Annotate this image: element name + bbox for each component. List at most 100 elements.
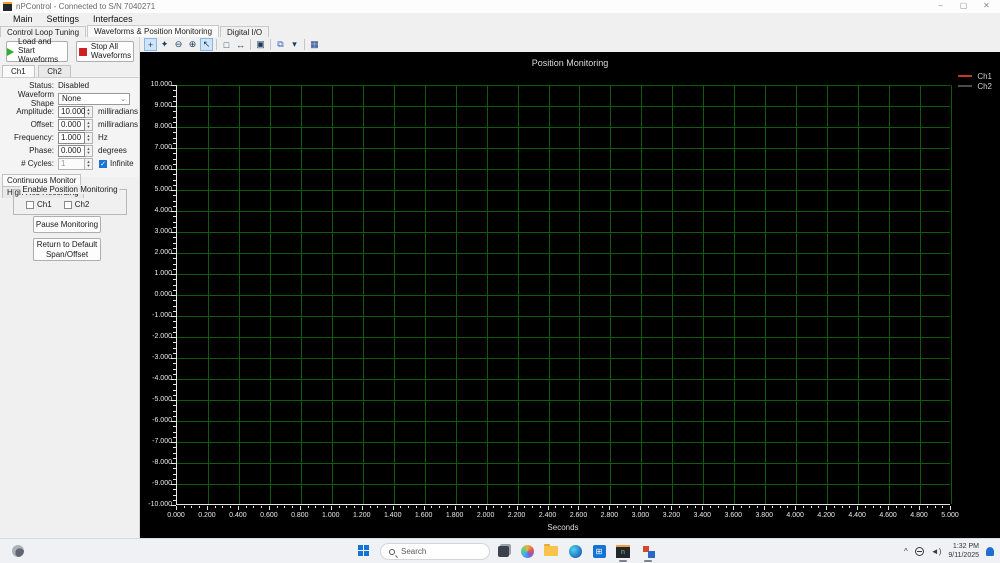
tab-digital-io[interactable]: Digital I/O xyxy=(220,26,270,37)
axis-scale-icon[interactable]: ↔ xyxy=(234,38,247,51)
x-tick-label: 3.400 xyxy=(693,512,712,519)
x-minor-tick xyxy=(354,506,356,508)
taskbar-clock[interactable]: 1:32 PM 9/11/2025 xyxy=(948,542,979,560)
load-start-waveforms-button[interactable]: Load and Start Waveforms xyxy=(6,37,68,64)
plot-area[interactable] xyxy=(176,85,952,505)
x-tick-label: 4.400 xyxy=(848,512,866,519)
tab-ch2[interactable]: Ch2 xyxy=(38,65,71,77)
x-tick-label: 2.600 xyxy=(569,512,588,519)
taskbar: Search ⊞ n ^ ◄) 1:32 PM 9/11/2025 xyxy=(0,538,1000,563)
x-tick-label: 5.000 xyxy=(941,512,959,519)
y-minor-tick xyxy=(173,237,176,239)
copy-icon[interactable]: ⧉ xyxy=(274,38,287,51)
close-button[interactable]: ✕ xyxy=(975,0,998,13)
gridline-v xyxy=(734,85,736,504)
ch2-monitor-checkbox[interactable] xyxy=(63,200,72,209)
x-tick-label: 2.800 xyxy=(600,512,619,519)
menu-interfaces[interactable]: Interfaces xyxy=(86,14,140,24)
file-explorer-button[interactable] xyxy=(543,543,559,559)
x-minor-tick xyxy=(199,506,201,508)
channel-tab-bar: Ch1 Ch2 xyxy=(2,65,72,77)
y-minor-tick xyxy=(173,184,176,186)
infinite-checkbox[interactable]: ✓ xyxy=(99,159,107,168)
waveform-control-panel: Load and Start Waveforms Stop All Wavefo… xyxy=(0,37,140,538)
phase-input[interactable]: 0.000 xyxy=(58,144,85,157)
chart-app-button[interactable] xyxy=(640,543,656,562)
gridline-v xyxy=(207,85,209,504)
x-minor-tick xyxy=(446,506,448,508)
copilot-button[interactable] xyxy=(519,543,535,559)
waveform-shape-select[interactable]: None ⌄ xyxy=(58,92,130,105)
load-start-label: Load and Start xyxy=(18,37,52,56)
start-button[interactable] xyxy=(358,545,370,557)
menu-main[interactable]: Main xyxy=(6,14,40,24)
pan-icon[interactable]: + xyxy=(144,38,157,51)
y-minor-tick xyxy=(173,316,176,317)
offset-label: Offset: xyxy=(30,120,54,129)
npcontrol-app-button[interactable]: n xyxy=(615,543,631,562)
y-minor-tick xyxy=(173,200,176,202)
cycles-input[interactable]: 1 xyxy=(58,157,85,170)
amplitude-stepper[interactable]: ▲ ▼ xyxy=(85,105,93,118)
frequency-input[interactable]: 1.000 xyxy=(58,131,85,144)
cursor-icon[interactable]: ↖ xyxy=(200,38,213,51)
chart-title: Position Monitoring xyxy=(531,58,609,68)
x-minor-tick xyxy=(849,506,851,508)
task-view-button[interactable] xyxy=(495,543,511,559)
notification-bell-icon[interactable] xyxy=(986,546,994,556)
gridline-h xyxy=(177,295,950,296)
maximize-button[interactable]: ▢ xyxy=(952,0,975,13)
tab-waveforms-position-monitoring[interactable]: Waveforms & Position Monitoring xyxy=(87,25,220,37)
y-minor-tick xyxy=(173,295,176,296)
x-minor-tick xyxy=(470,506,472,508)
menu-settings[interactable]: Settings xyxy=(40,14,87,24)
gridline-h xyxy=(177,484,950,485)
tray-chevron-up-icon[interactable]: ^ xyxy=(904,547,908,556)
y-minor-tick xyxy=(173,132,176,134)
ch1-monitor-checkbox[interactable] xyxy=(26,200,34,209)
x-tick-label: 1.800 xyxy=(445,512,464,519)
gridline-h xyxy=(177,190,950,191)
y-tick-label: 7.000 xyxy=(154,144,172,151)
x-minor-tick xyxy=(191,506,193,508)
gridline-v xyxy=(331,85,333,504)
tab-control-loop-tuning[interactable]: Control Loop Tuning xyxy=(0,26,87,37)
y-minor-tick xyxy=(173,347,176,349)
zoom-region-icon[interactable]: ✦ xyxy=(158,38,171,51)
phase-stepper[interactable]: ▲ ▼ xyxy=(85,144,93,157)
cycles-stepper[interactable]: ▲ ▼ xyxy=(85,157,93,170)
edge-button[interactable] xyxy=(567,543,583,559)
gridline-h xyxy=(177,463,950,464)
enable-position-monitoring-group: Enable Position Monitoring Ch1 Ch2 xyxy=(13,185,127,215)
save-icon[interactable]: ▦ xyxy=(308,38,321,51)
volume-icon[interactable]: ◄) xyxy=(931,547,942,556)
pause-monitoring-button[interactable]: Pause Monitoring xyxy=(33,216,101,233)
box-select-icon[interactable]: □ xyxy=(220,38,233,51)
properties-icon[interactable]: ▣ xyxy=(254,38,267,51)
x-minor-tick xyxy=(276,506,278,508)
legend-label: Ch2 xyxy=(977,81,992,91)
offset-stepper[interactable]: ▲ ▼ xyxy=(85,118,93,131)
zoom-out-icon[interactable]: ⊖ xyxy=(172,38,185,51)
y-minor-tick xyxy=(173,289,176,291)
x-minor-tick xyxy=(764,506,766,508)
frequency-stepper[interactable]: ▲ ▼ xyxy=(85,131,93,144)
offset-input[interactable]: 0.000 xyxy=(58,118,85,131)
x-minor-tick xyxy=(741,506,743,508)
minimize-button[interactable]: – xyxy=(929,0,952,13)
x-minor-tick xyxy=(292,506,294,508)
copy-dropdown-icon[interactable]: ▾ xyxy=(288,38,301,51)
x-minor-tick xyxy=(501,506,503,508)
stop-all-waveforms-button[interactable]: Stop All Waveforms xyxy=(76,41,134,62)
y-minor-tick xyxy=(173,384,176,386)
microsoft-store-button[interactable]: ⊞ xyxy=(591,543,607,559)
taskbar-search[interactable]: Search xyxy=(380,543,490,560)
network-icon[interactable] xyxy=(914,546,924,556)
tab-ch1[interactable]: Ch1 xyxy=(2,65,35,77)
amplitude-input[interactable]: 10.000 xyxy=(58,105,85,118)
zoom-in-icon[interactable]: ⊕ xyxy=(186,38,199,51)
x-minor-tick xyxy=(888,506,890,508)
y-minor-tick xyxy=(173,310,176,312)
weather-widget-icon[interactable] xyxy=(12,545,24,557)
return-default-span-offset-button[interactable]: Return to Default Span/Offset xyxy=(33,238,101,261)
